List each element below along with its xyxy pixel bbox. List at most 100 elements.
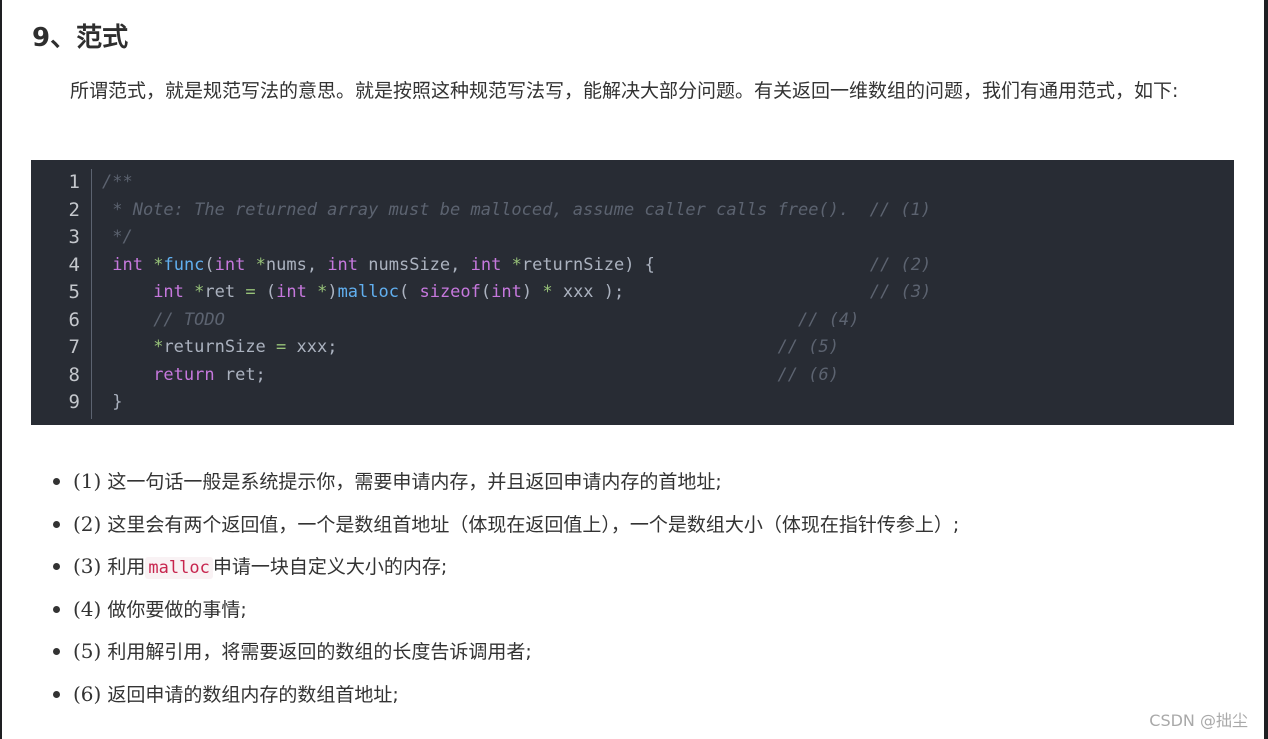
code-token: =: [276, 337, 287, 357]
list-item: (1) 这一句话一般是系统提示你，需要申请内存，并且返回申请内存的首地址;: [32, 460, 959, 503]
code-token: ): [521, 282, 543, 302]
list-item: (5) 利用解引用，将需要返回的数组的长度告诉调用者;: [32, 630, 959, 673]
code-token: func: [163, 254, 205, 275]
code-line: int *ret = (int *)malloc( sizeof(int) * …: [102, 279, 1234, 307]
bullet-dot-icon: [53, 478, 60, 485]
item-text: 这里会有两个返回值，一个是数组首地址（体现在返回值上），一个是数组大小（体现在指…: [107, 513, 960, 536]
bullet-dot-icon: [53, 520, 60, 528]
line-number: 4: [68, 253, 80, 276]
item-text: 申请一块自定义大小的内存;: [212, 556, 448, 579]
code-token: xxx;: [286, 337, 778, 357]
line-number: 9: [68, 391, 80, 413]
code-token: returnSize: [163, 337, 277, 357]
code-token: // (3): [869, 282, 932, 302]
code-token: *: [542, 282, 553, 302]
list-item: (4) 做你要做的事情;: [32, 588, 959, 631]
item-text: 做你要做的事情;: [107, 598, 247, 621]
code-block[interactable]: 1 2 3 4 5 6 7 8 9 /** * Note: The returned array…: [31, 160, 1234, 425]
code-token: =: [245, 282, 256, 302]
item-text: 利用解引用，将需要返回的数组的长度告诉调用者;: [107, 641, 532, 664]
line-number: 1: [68, 171, 80, 193]
code-token: *: [255, 254, 266, 275]
code-token: int: [327, 254, 359, 275]
code-token: (: [480, 282, 492, 302]
article-page: 9、范式 所谓范式，就是规范写法的意思。就是按照这种规范写法写，能解决大部分问题…: [2, 0, 1264, 739]
code-line: */: [102, 224, 1234, 252]
code-token: *: [153, 254, 164, 275]
code-token: malloc: [337, 282, 399, 302]
code-token: ret;: [214, 364, 778, 385]
item-text: 这一句话一般是系统提示你，需要申请内存，并且返回申请内存的首地址;: [107, 471, 722, 493]
code-token: }: [102, 392, 123, 412]
inline-code: malloc: [145, 557, 213, 580]
code-token: sizeof: [419, 282, 481, 302]
code-token: ): [327, 282, 338, 302]
code-token: *: [317, 282, 328, 302]
explanation-list: (1) 这一句话一般是系统提示你，需要申请内存，并且返回申请内存的首地址; (2)…: [32, 460, 959, 716]
csdn-watermark: CSDN @拙尘: [1149, 711, 1248, 730]
item-number: (6): [73, 681, 102, 706]
code-token: return: [153, 364, 215, 385]
code-line: return ret; // (6): [102, 362, 1234, 390]
code-token: *: [153, 337, 164, 357]
code-token: (: [255, 282, 277, 302]
code-line: * Note: The returned array must be mallo…: [102, 197, 1234, 225]
code-token: int: [214, 254, 246, 275]
list-item: (2) 这里会有两个返回值，一个是数组首地址（体现在返回值上），一个是数组大小（…: [32, 503, 959, 546]
code-token: *: [511, 254, 522, 275]
code-token: (: [398, 282, 420, 302]
bullet-dot-icon: [53, 605, 60, 613]
code-line: int *func(int *nums, int numsSize, int *…: [102, 252, 1234, 280]
item-number: (2): [73, 511, 102, 536]
code-token: int: [491, 282, 522, 302]
item-text: 利用: [107, 556, 146, 579]
code-token: returnSize) {: [521, 254, 870, 275]
code-token: nums,: [265, 254, 328, 275]
line-number: 3: [68, 226, 80, 248]
item-text: 返回申请的数组内存的数组首地址;: [107, 683, 399, 706]
list-item: (6) 返回申请的数组内存的数组首地址;: [32, 673, 959, 716]
code-token: int: [276, 282, 307, 302]
code-token: // (5): [777, 337, 839, 357]
code-line: /**: [102, 169, 1234, 197]
item-number: (4): [73, 596, 102, 621]
list-item: (3) 利用 malloc 申请一块自定义大小的内存;: [32, 545, 959, 588]
line-number: 5: [68, 281, 80, 303]
line-number: 7: [68, 336, 80, 358]
line-number: 2: [68, 198, 80, 221]
code-line: *returnSize = xxx; // (5): [102, 334, 1234, 362]
code-lines: /** * Note: The returned array must be m…: [102, 169, 1234, 417]
code-token: *: [194, 282, 205, 302]
code-token: xxx );: [552, 282, 870, 302]
code-token: int: [470, 254, 502, 275]
code-token: */: [102, 227, 133, 247]
code-token: // (2): [869, 254, 932, 275]
line-number: 8: [68, 363, 80, 386]
code-token: int: [112, 254, 143, 275]
section-heading: 9、范式: [32, 23, 129, 53]
code-token: // TODO // (4): [153, 309, 860, 330]
item-number: (1): [73, 469, 102, 493]
line-number: 6: [68, 308, 80, 331]
code-token: /**: [102, 172, 133, 192]
bullet-dot-icon: [53, 690, 60, 698]
code-token: numsSize,: [358, 254, 471, 275]
code-token: * Note: The returned array must be mallo…: [102, 199, 932, 220]
code-line: // TODO // (4): [102, 307, 1234, 335]
code-token: // (6): [777, 364, 839, 385]
intro-paragraph: 所谓范式，就是规范写法的意思。就是按照这种规范写法写，能解决大部分问题。有关返回…: [70, 80, 1179, 102]
code-token: int: [153, 282, 184, 302]
code-token: (: [204, 254, 215, 275]
line-number-gutter: 1 2 3 4 5 6 7 8 9: [31, 169, 92, 419]
item-number: (3): [73, 554, 102, 579]
item-number: (5): [73, 639, 102, 664]
